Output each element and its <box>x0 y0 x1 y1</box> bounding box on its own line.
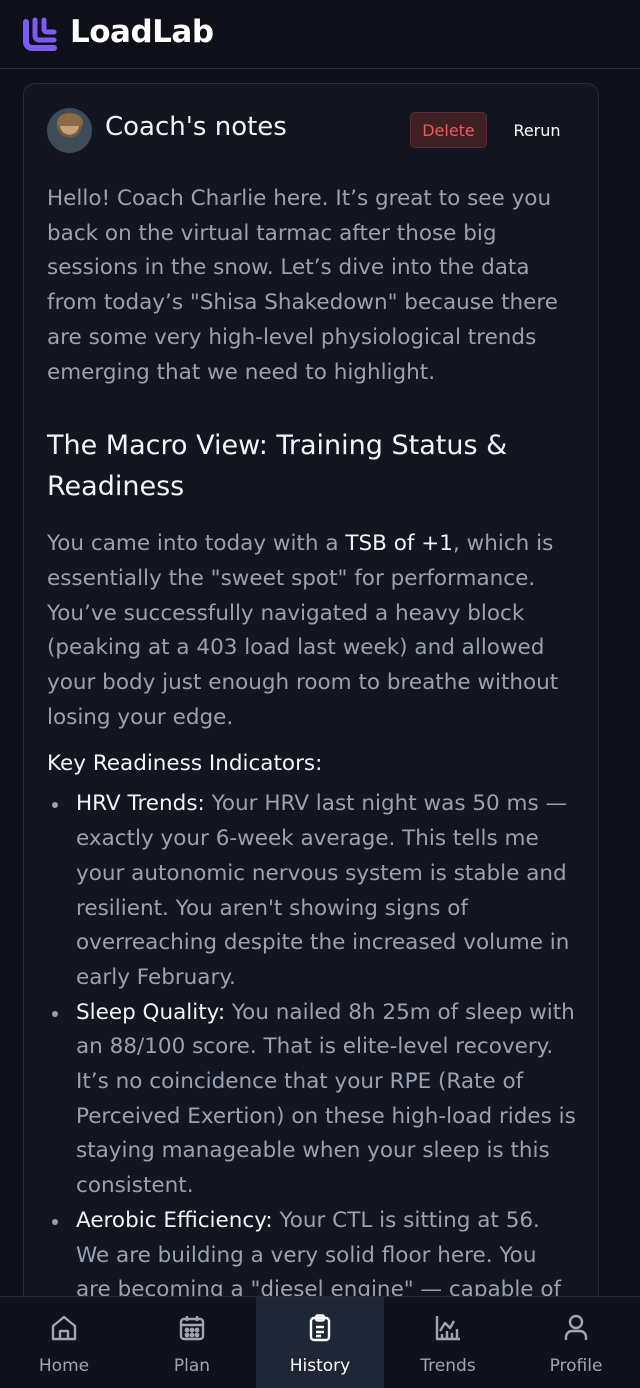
list-item-aerobic: Aerobic Efficiency: Your CTL is sitting … <box>47 1204 577 1308</box>
notes-content: Hello! Coach Charlie here. It’s great to… <box>47 182 577 1308</box>
nav-history[interactable]: History <box>256 1297 384 1388</box>
calendar-icon <box>179 1316 205 1341</box>
rerun-button[interactable]: Rerun <box>504 112 570 148</box>
coach-avatar <box>47 108 92 153</box>
nav-label: Profile <box>549 1356 603 1376</box>
card-title: Coach's notes <box>105 112 287 142</box>
tsb-value: TSB of +1 <box>345 531 453 557</box>
tsb-text-after: , which is essentially the "sweet spot" … <box>47 531 559 730</box>
intro-paragraph: Hello! Coach Charlie here. It’s great to… <box>47 186 558 385</box>
nav-label: History <box>289 1356 351 1376</box>
bottom-nav: Home Plan History Trends Profile <box>0 1296 640 1388</box>
section-heading: The Macro View: Training Status & Readin… <box>47 430 508 502</box>
readiness-subheading: Key Readiness Indicators: <box>47 751 323 777</box>
top-bar: LoadLab <box>0 0 640 69</box>
indicator-text: You nailed 8h 25m of sleep with an 88/10… <box>76 999 576 1199</box>
tsb-text-before: You came into today with a <box>47 531 346 557</box>
indicator-title: HRV Trends: <box>76 791 205 817</box>
list-item-hrv: HRV Trends: Your HRV last night was 50 m… <box>47 787 577 995</box>
app-name[interactable]: LoadLab <box>70 14 214 50</box>
coach-notes-card: Coach's notes Delete Rerun Hello! Coach … <box>23 83 599 1385</box>
nav-label: Home <box>38 1356 90 1376</box>
nav-profile[interactable]: Profile <box>512 1297 640 1388</box>
nav-label: Trends <box>420 1356 476 1376</box>
home-icon <box>51 1315 77 1341</box>
chart-icon <box>435 1316 460 1341</box>
nav-trends[interactable]: Trends <box>384 1297 512 1388</box>
indicator-title: Sleep Quality: <box>76 999 226 1025</box>
user-icon <box>564 1314 588 1340</box>
nav-home[interactable]: Home <box>0 1297 128 1388</box>
delete-button[interactable]: Delete <box>410 112 487 148</box>
indicator-title: Aerobic Efficiency: <box>76 1207 273 1233</box>
list-item-sleep: Sleep Quality: You nailed 8h 25m of slee… <box>47 996 577 1204</box>
loadlab-logo-icon[interactable] <box>22 16 58 52</box>
tsb-paragraph: You came into today with a TSB of +1, wh… <box>47 527 577 735</box>
nav-label: Plan <box>173 1356 211 1376</box>
clipboard-icon <box>309 1314 331 1342</box>
readiness-list: HRV Trends: Your HRV last night was 50 m… <box>47 787 577 1308</box>
indicator-text: Your HRV last night was 50 ms — exactly … <box>76 791 570 990</box>
nav-plan[interactable]: Plan <box>128 1297 256 1388</box>
